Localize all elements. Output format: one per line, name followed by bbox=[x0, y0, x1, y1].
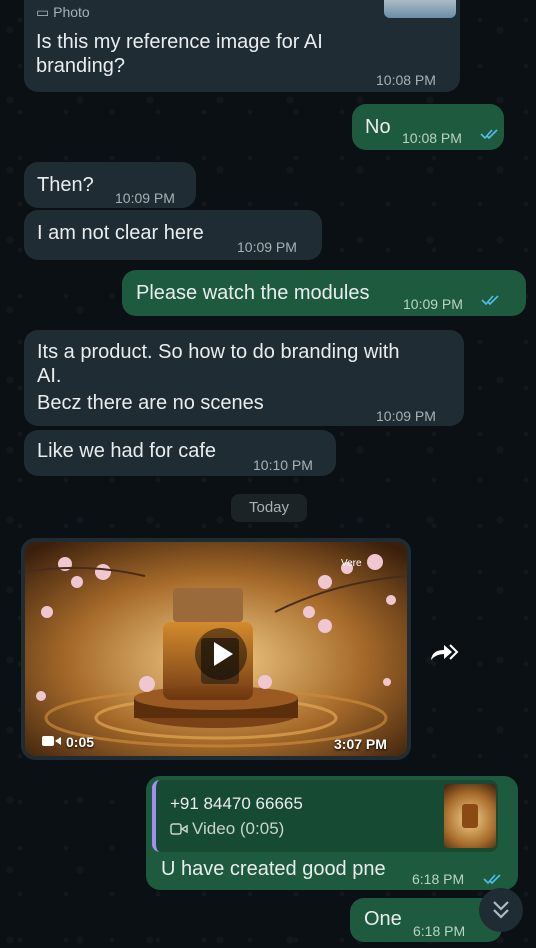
message-time: 10:10 PM bbox=[253, 457, 313, 473]
video-camera-icon bbox=[42, 734, 62, 748]
play-icon bbox=[214, 642, 233, 666]
watermark-text: Vere bbox=[341, 558, 362, 569]
message-time: 10:08 PM bbox=[402, 130, 462, 146]
message-text: U have created good pne bbox=[161, 858, 386, 880]
forward-button[interactable] bbox=[422, 632, 462, 672]
forward-icon bbox=[431, 644, 459, 660]
message-text: Becz there are no scenes bbox=[37, 392, 264, 414]
play-button[interactable] bbox=[195, 628, 247, 680]
message-text: Then? bbox=[37, 174, 94, 196]
video-camera-icon bbox=[170, 822, 188, 836]
quoted-sender: +91 84470 66665 bbox=[170, 794, 303, 813]
message-time: 10:08 PM bbox=[376, 72, 436, 88]
message-text: branding? bbox=[36, 55, 125, 77]
message-text: Please watch the modules bbox=[136, 282, 370, 304]
message-text: Like we had for cafe bbox=[37, 440, 216, 462]
date-separator: Today bbox=[231, 494, 307, 522]
photo-thumbnail[interactable] bbox=[384, 0, 456, 18]
message-bubble-incoming[interactable]: I am not clear here 10:09 PM bbox=[24, 210, 322, 260]
quoted-thumbnail bbox=[444, 784, 496, 848]
message-bubble-incoming[interactable]: Its a product. So how to do branding wit… bbox=[24, 330, 464, 426]
message-time: 3:07 PM bbox=[334, 736, 387, 752]
photo-label: ▭ Photo bbox=[36, 4, 90, 20]
quoted-reply[interactable]: +91 84470 66665 Video (0:05) bbox=[152, 780, 498, 852]
message-bubble-incoming[interactable]: Then? 10:09 PM bbox=[24, 162, 196, 208]
message-bubble-incoming[interactable]: ▭ Photo Is this my reference image for A… bbox=[24, 0, 460, 92]
message-text: One bbox=[364, 908, 402, 930]
message-bubble-incoming[interactable]: Like we had for cafe 10:10 PM bbox=[24, 430, 336, 476]
message-time: 10:09 PM bbox=[115, 190, 175, 206]
read-ticks-icon bbox=[481, 295, 499, 306]
message-time: 10:09 PM bbox=[237, 239, 297, 255]
camera-icon: ▭ bbox=[36, 4, 50, 20]
message-bubble-outgoing[interactable]: No 10:08 PM bbox=[352, 104, 504, 150]
message-text: I am not clear here bbox=[37, 222, 204, 244]
message-time: 10:09 PM bbox=[376, 408, 436, 424]
message-text: Its a product. So how to do branding wit… bbox=[37, 341, 400, 363]
message-text: AI. bbox=[37, 365, 62, 387]
message-bubble-outgoing[interactable]: Please watch the modules 10:09 PM bbox=[122, 270, 526, 316]
message-time: 6:18 PM bbox=[413, 923, 466, 939]
double-chevron-down-icon bbox=[493, 901, 509, 919]
message-text: No bbox=[365, 116, 391, 138]
scroll-to-bottom-button[interactable] bbox=[479, 888, 523, 932]
quoted-type: Video (0:05) bbox=[192, 819, 285, 838]
message-time: 10:09 PM bbox=[403, 296, 463, 312]
video-duration: 0:05 bbox=[66, 734, 95, 750]
read-ticks-icon bbox=[480, 129, 498, 140]
message-time: 6:18 PM bbox=[412, 871, 465, 887]
read-ticks-icon bbox=[483, 874, 501, 885]
message-text: Is this my reference image for AI bbox=[36, 31, 323, 53]
